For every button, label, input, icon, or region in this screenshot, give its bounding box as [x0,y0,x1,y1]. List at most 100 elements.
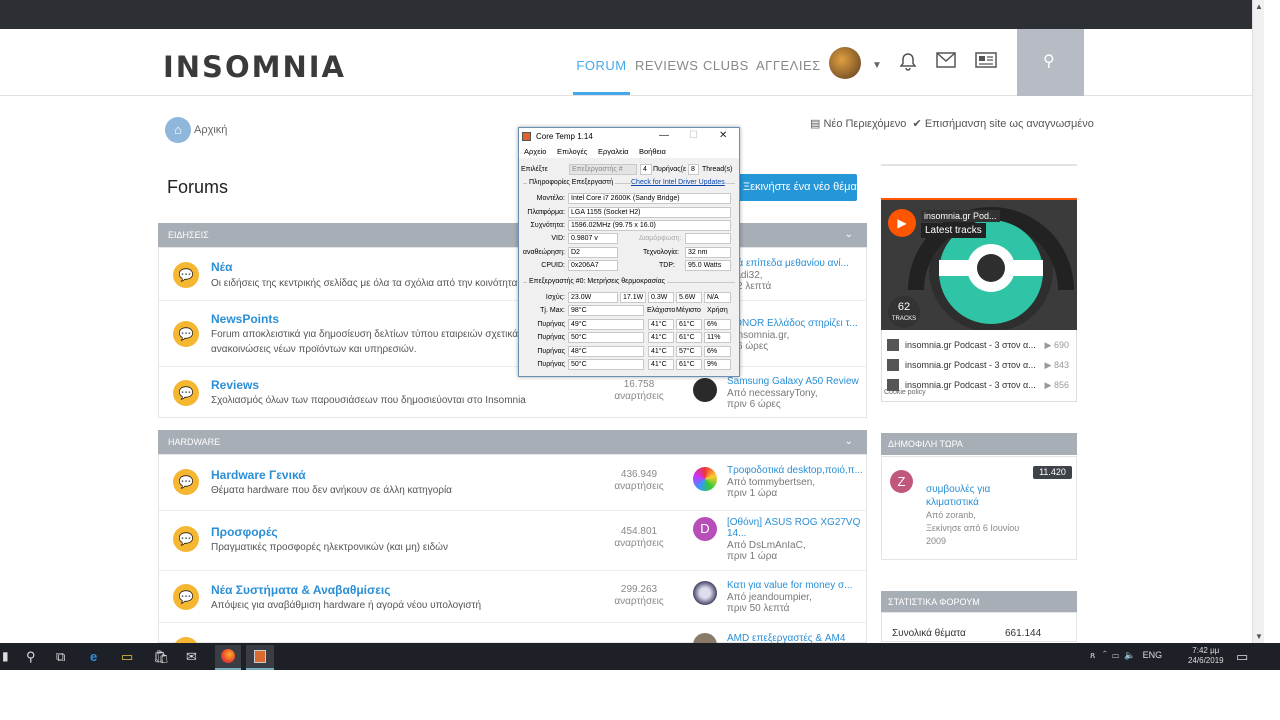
track-item[interactable]: insomnia.gr Podcast - 3 στον α... ▶ 690 [887,336,1075,354]
forum-title[interactable]: Reviews [211,378,259,392]
store-icon[interactable]: 🛍 [153,649,170,665]
track-title[interactable]: insomnia.gr Podcast - 3 στον α... [905,360,1036,370]
last-post-title[interactable]: Κατι για value for money σ... [727,580,862,591]
track-item[interactable]: insomnia.gr Podcast - 3 στον α... ▶ 843 [887,356,1075,374]
last-post-time: ιν 6 ώρες [727,341,769,352]
home-icon[interactable]: ⌂ [165,117,191,143]
last-post-by[interactable]: ο adi32, [727,270,862,281]
newspaper-icon[interactable] [975,52,997,73]
new-content-link[interactable]: Νέο Περιεχόμενο [823,118,906,130]
envelope-icon[interactable] [936,52,956,73]
cookie-policy-link[interactable]: Cookie policy [884,389,926,396]
forum-row[interactable]: 💬 Hardware Γενικά Θέματα hardware που δε… [159,455,866,511]
category-header-hardware[interactable]: HARDWARE ⌄ [158,430,867,454]
windows-start-icon[interactable]: ▮ [2,649,9,663]
forum-row[interactable]: 💬 Νέα Οι ειδήσεις της κεντρικής σελίδας … [159,248,866,301]
chevron-down-icon[interactable]: ⌄ [845,430,853,454]
task-view-icon[interactable]: ⧉ [56,649,65,665]
forum-desc: Θέματα hardware που δεν ανήκουν σε άλλη … [211,485,452,496]
track-plays: ▶ 843 [1044,360,1069,370]
forum-row[interactable]: 💬 Προσφορές Πραγματικές προσφορές ηλεκτρ… [159,511,866,571]
scroll-down-arrow-icon[interactable]: ▼ [1255,632,1263,641]
avatar[interactable] [693,581,717,605]
user-avatar[interactable] [829,47,861,79]
taskbar-clock[interactable]: 7:42 μμ 24/6/2019 [1188,646,1224,666]
bell-icon[interactable] [899,52,917,77]
close-icon[interactable]: ✕ [719,130,727,141]
last-post-title[interactable]: Τροφοδοτικά desktop,ποιό,π... [727,465,862,476]
minimize-icon[interactable]: — [659,130,669,141]
network-icon[interactable]: ▭ [1112,650,1119,660]
forum-title[interactable]: Hardware Γενικά [211,468,306,482]
search-button[interactable]: ⚲ [1017,29,1084,96]
last-post-by[interactable]: Από tommybertsen, [727,477,862,488]
firefox-taskbar-button[interactable] [215,645,241,670]
file-explorer-icon[interactable]: ▭ [121,649,133,665]
avatar[interactable] [693,467,717,491]
forum-row[interactable]: 💬 NewsPoints Forum αποκλειστικά για δημο… [159,301,866,367]
processor-select[interactable]: Επεξεργαστής # [569,164,637,175]
popular-topic-title[interactable]: συμβουλές για κλιματιστικά [926,483,1026,509]
forum-title[interactable]: Νέα [211,260,232,274]
avatar[interactable]: D [693,517,717,541]
site-logo[interactable]: INSOMNIA [163,50,346,84]
core-load-value: 6% [704,319,731,330]
avatar[interactable] [693,378,717,402]
last-post-title[interactable]: Samsung Galaxy A50 Review [727,376,862,387]
nav-reviews[interactable]: REVIEWS [635,58,698,73]
scroll-up-arrow-icon[interactable]: ▲ [1255,2,1263,11]
last-post-by[interactable]: Από DsLmAnIaC, [727,540,862,551]
search-icon[interactable]: ⚲ [26,649,36,665]
edge-icon[interactable]: e [90,649,97,664]
technology-value: 32 nm [685,247,731,258]
page-scrollbar[interactable]: ▲ ▼ [1252,0,1264,645]
podcast-name[interactable]: insomnia.gr Pod... [921,210,1000,222]
last-post-by[interactable]: Από necessaryTony, [727,388,862,399]
cores-label: Πυρήνας(ε [653,166,687,173]
forum-row[interactable]: 💬 Reviews Σχολιασμός όλων των παρουσιάσε… [159,367,866,418]
new-thread-button[interactable]: Ξεκινήστε ένα νέο θέμα [737,174,857,201]
forum-title[interactable]: NewsPoints [211,312,279,326]
core-temp-window[interactable]: Core Temp 1.14 — ☐ ✕ Αρχείο Επιλογές Εργ… [518,127,740,377]
mark-read-link[interactable]: Επισήμανση site ως αναγνωσμένο [925,118,1094,130]
volume-icon[interactable]: 🔈 [1124,650,1135,660]
chevron-down-icon[interactable]: ⌄ [845,223,853,247]
chevron-up-icon[interactable]: ⌃ [1103,650,1107,660]
post-count-label: αναρτήσεις [614,596,664,607]
last-post-by[interactable]: ο insomnia.gr, [727,330,862,341]
window-titlebar[interactable]: Core Temp 1.14 — ☐ ✕ [519,128,739,145]
notifications-icon[interactable]: ▭ [1236,649,1248,665]
last-post-time: πριν 6 ώρες [727,399,781,410]
last-post-title[interactable]: ηλά επίπεδα μεθανίου ανί... [727,258,862,269]
popular-topic-by[interactable]: Από zoranb, [926,509,1036,522]
people-icon[interactable]: ጸ [1090,650,1095,660]
select-label: Επιλέξτε [521,166,548,173]
menu-options[interactable]: Επιλογές [557,147,587,156]
last-post-by[interactable]: Από jeandoumpier, [727,592,862,603]
menu-tools[interactable]: Εργαλεία [598,147,628,156]
nav-clubs[interactable]: CLUBS [703,58,748,73]
menu-file[interactable]: Αρχείο [524,147,546,156]
last-post-title[interactable]: HONOR Ελλάδος στηρίζει τ... [727,318,862,329]
coretemp-taskbar-button[interactable] [246,645,274,670]
last-post-title[interactable]: [Οθόνη] ASUS ROG XG27VQ 14... [727,517,862,540]
nav-forum[interactable]: FORUM [573,58,630,73]
mail-icon[interactable]: ✉ [186,649,197,665]
play-icon[interactable]: ▶ [888,209,916,237]
power-value: 17.1W [620,292,646,303]
language-indicator[interactable]: ENG [1143,650,1163,660]
avatar[interactable]: Z [890,470,913,493]
forum-row[interactable]: 💬 Νέα Συστήματα & Αναβαθμίσεις Απόψεις γ… [159,571,866,623]
modulation-label: Διαμόρφωση: [639,235,682,242]
nav-aggelies[interactable]: ΑΓΓΕΛΙΕΣ [756,58,820,73]
forum-row[interactable]: 💬 AMD επεξεργαστές & AM4 [159,623,866,663]
forum-title[interactable]: Νέα Συστήματα & Αναβαθμίσεις [211,583,391,597]
track-title[interactable]: insomnia.gr Podcast - 3 στον α... [905,340,1036,350]
driver-update-link[interactable]: Check for Intel Driver Updates [631,179,725,186]
menu-help[interactable]: Βοήθεια [639,147,666,156]
post-count: 299.263 [620,584,658,595]
forum-title[interactable]: Προσφορές [211,525,278,539]
category-header-news[interactable]: ΕΙΔΗΣΕΙΣ ⌄ [158,223,867,247]
chevron-down-icon[interactable]: ▼ [872,60,882,71]
breadcrumb[interactable]: Αρχική [194,124,227,136]
